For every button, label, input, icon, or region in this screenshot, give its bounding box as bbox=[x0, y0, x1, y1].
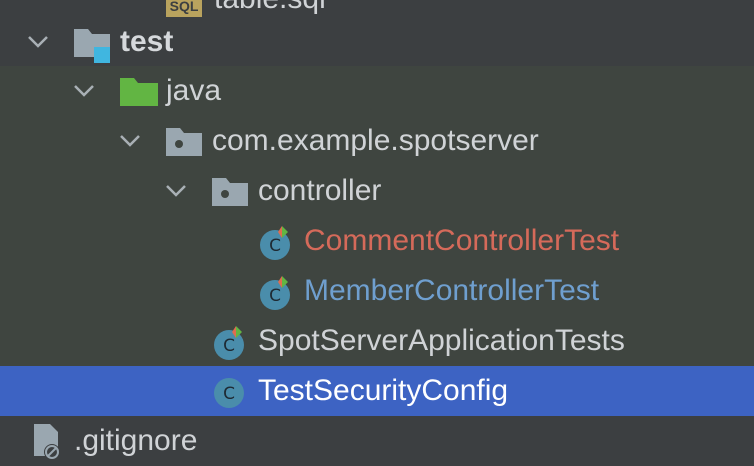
tree-row-test[interactable]: test bbox=[0, 17, 754, 67]
svg-text:C: C bbox=[223, 336, 235, 356]
tree-item-label: CommentControllerTest bbox=[304, 224, 620, 257]
tree-item-label: controller bbox=[258, 174, 382, 207]
class-icon: C bbox=[212, 374, 248, 410]
test-root-folder-icon bbox=[74, 25, 110, 63]
tree-item-label: test bbox=[120, 25, 174, 58]
svg-text:C: C bbox=[269, 286, 281, 306]
tree-row-comment-controller-test[interactable]: C CommentControllerTest bbox=[0, 216, 754, 266]
tree-row-member-controller-test[interactable]: C MemberControllerTest bbox=[0, 266, 754, 316]
test-class-icon: C bbox=[212, 324, 248, 360]
tree-item-label: TestSecurityConfig bbox=[258, 374, 509, 407]
tree-item-label: SpotServerApplicationTests bbox=[258, 324, 625, 357]
chevron-down-icon[interactable] bbox=[118, 129, 142, 153]
tree-item-label: MemberControllerTest bbox=[304, 274, 600, 307]
chevron-down-icon[interactable] bbox=[164, 179, 188, 203]
svg-text:C: C bbox=[269, 236, 281, 256]
tree-item-label: .gitignore bbox=[74, 424, 198, 457]
tree-row-controller[interactable]: controller bbox=[0, 166, 754, 216]
tree-row-gitignore[interactable]: .gitignore bbox=[0, 416, 754, 466]
test-class-icon: C bbox=[258, 224, 294, 260]
tree-row-spot-server-application-tests[interactable]: C SpotServerApplicationTests bbox=[0, 316, 754, 366]
sql-badge: SQL bbox=[170, 0, 199, 14]
ignored-file-icon bbox=[30, 422, 66, 460]
test-sources-folder-icon bbox=[120, 74, 158, 110]
tree-item-label: java bbox=[166, 74, 222, 107]
tree-item-label: com.example.spotserver bbox=[212, 124, 539, 157]
package-icon bbox=[212, 174, 248, 210]
svg-text:C: C bbox=[223, 384, 235, 404]
package-icon bbox=[166, 124, 202, 160]
chevron-down-icon[interactable] bbox=[72, 79, 96, 103]
test-class-icon: C bbox=[258, 274, 294, 310]
project-tree: SQL table.sql test java bbox=[0, 0, 754, 466]
tree-row-test-security-config[interactable]: C TestSecurityConfig bbox=[0, 366, 754, 416]
tree-row-package[interactable]: com.example.spotserver bbox=[0, 116, 754, 166]
chevron-down-icon[interactable] bbox=[26, 30, 50, 54]
tree-row-java[interactable]: java bbox=[0, 66, 754, 116]
